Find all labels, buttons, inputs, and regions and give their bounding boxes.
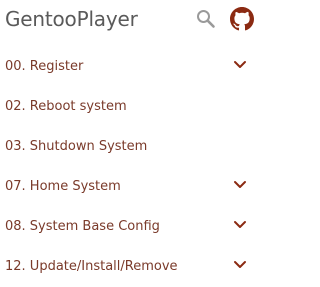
menu-item-label: 00. Register xyxy=(5,59,84,74)
app-title: GentooPlayer xyxy=(5,7,138,31)
menu-item-register[interactable]: 00. Register xyxy=(0,47,261,87)
github-link[interactable] xyxy=(230,7,254,31)
menu-item-reboot-system[interactable]: 02. Reboot system xyxy=(0,87,261,127)
menu-item-system-base-config[interactable]: 08. System Base Config xyxy=(0,207,261,247)
menu-item-label: 08. System Base Config xyxy=(5,219,160,234)
github-icon xyxy=(230,7,254,31)
chevron-down-icon[interactable] xyxy=(233,260,247,270)
menu-item-label: 07. Home System xyxy=(5,179,121,194)
chevron-down-icon[interactable] xyxy=(233,180,247,190)
menu-item-label: 03. Shutdown System xyxy=(5,139,148,154)
menu-item-update-install-remove[interactable]: 12. Update/Install/Remove xyxy=(0,247,261,287)
chevron-down-icon[interactable] xyxy=(233,220,247,230)
menu-item-shutdown-system[interactable]: 03. Shutdown System xyxy=(0,127,261,167)
menu-item-label: 02. Reboot system xyxy=(5,99,127,114)
chevron-down-icon[interactable] xyxy=(233,60,247,70)
search-icon xyxy=(197,10,215,28)
main-menu: 00. Register 02. Reboot system 03. Shutd… xyxy=(0,47,261,287)
search-button[interactable] xyxy=(195,8,217,30)
app-header: GentooPlayer xyxy=(0,0,261,40)
menu-item-home-system[interactable]: 07. Home System xyxy=(0,167,261,207)
menu-item-label: 12. Update/Install/Remove xyxy=(5,259,178,274)
